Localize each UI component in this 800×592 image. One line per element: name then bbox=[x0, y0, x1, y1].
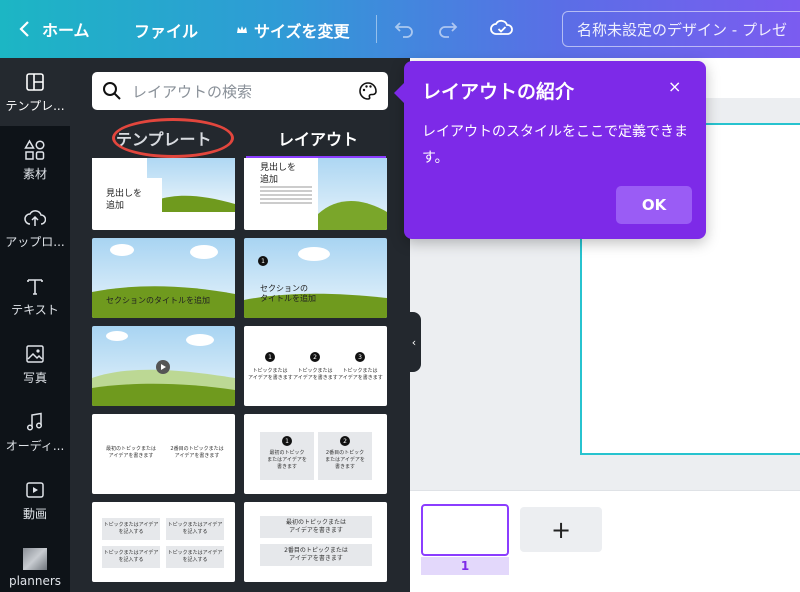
topic-text: 最初のトピックまたは アイデアを書きます bbox=[285, 519, 346, 534]
nav-label: テキスト bbox=[11, 302, 59, 317]
design-title-input[interactable]: 名称未設定のデザイン - プレゼ bbox=[562, 11, 800, 47]
topic-text: 2番目のトピック またはアイデアを 書きます bbox=[325, 450, 365, 470]
layouts-panel: レイアウトの検索 テンプレート レイアウト 見出しを 追加 見出しを 追加 セク… bbox=[70, 58, 410, 592]
topic-text: トピックまたはアイデア を記入する bbox=[103, 550, 159, 563]
layout-card-5[interactable] bbox=[92, 326, 235, 406]
layout-card-8[interactable]: 1 2 最初のトピック またはアイデアを 書きます 2番目のトピック またはアイ… bbox=[244, 414, 387, 494]
palette-icon[interactable] bbox=[358, 81, 378, 101]
card-body-lines bbox=[260, 186, 312, 188]
topic-text: トピックまたは アイデアを書きます bbox=[248, 368, 293, 381]
layout-card-7[interactable]: 最初のトピックまたは アイデアを書きます 2番目のトピックまたは アイデアを書き… bbox=[92, 414, 235, 494]
file-menu-button[interactable]: ファイル bbox=[134, 18, 198, 42]
nav-label: オーディ... bbox=[5, 438, 65, 453]
collapse-panel-button[interactable]: ‹ bbox=[407, 312, 421, 372]
tooltip-body: レイアウトのスタイルをここで定義できます。 bbox=[422, 124, 688, 166]
layout-card-2[interactable]: 見出しを 追加 bbox=[244, 158, 387, 230]
search-icon bbox=[103, 82, 121, 100]
play-icon bbox=[156, 360, 170, 374]
topic-number-badge: 2 bbox=[310, 352, 320, 362]
layout-card-6[interactable]: 1 2 3 トピックまたは アイデアを書きます トピックまたは アイデアを書きま… bbox=[244, 326, 387, 406]
topic-number-badge: 2 bbox=[340, 436, 350, 446]
topic-number-badge: 1 bbox=[282, 436, 292, 446]
ok-button[interactable]: OK bbox=[616, 186, 692, 224]
undo-button[interactable] bbox=[394, 18, 414, 38]
topic-text: トピックまたは アイデアを書きます bbox=[293, 368, 338, 381]
nav-item-elements[interactable]: 素材 bbox=[0, 126, 70, 194]
video-icon bbox=[24, 479, 46, 501]
topic-text: 2番目のトピックまたは アイデアを書きます bbox=[284, 547, 348, 562]
crown-icon bbox=[237, 26, 247, 33]
tab-layouts[interactable]: レイアウト bbox=[278, 126, 358, 150]
upload-cloud-icon bbox=[24, 207, 46, 229]
nav-item-text[interactable]: テキスト bbox=[0, 262, 70, 330]
card-heading: 見出しを 追加 bbox=[260, 163, 297, 185]
layout-search-input[interactable]: レイアウトの検索 bbox=[92, 72, 388, 110]
resize-label: サイズを変更 bbox=[254, 22, 350, 41]
chevron-left-icon bbox=[19, 21, 29, 37]
layout-card-10[interactable]: 最初のトピックまたは アイデアを書きます 2番目のトピックまたは アイデアを書き… bbox=[244, 502, 387, 582]
layout-card-9[interactable]: トピックまたはアイデア を記入する トピックまたはアイデア を記入する トピック… bbox=[92, 502, 235, 582]
nav-label: テンプレ... bbox=[5, 98, 65, 113]
topic-text: 最初のトピック またはアイデアを 書きます bbox=[267, 450, 307, 470]
topic-text: トピックまたは アイデアを書きます bbox=[338, 368, 383, 381]
layout-card-1[interactable]: 見出しを 追加 bbox=[92, 158, 235, 230]
nav-label: planners bbox=[8, 574, 62, 588]
page-number: 1 bbox=[421, 557, 509, 575]
undo-icon bbox=[394, 22, 413, 38]
top-bar: ホーム ファイル サイズを変更 名称未設定のデザイン - プレゼ bbox=[0, 0, 800, 58]
nav-item-photos[interactable]: 写真 bbox=[0, 330, 70, 398]
nav-label: 動画 bbox=[22, 506, 47, 521]
nav-item-planners[interactable]: planners bbox=[0, 534, 70, 592]
topic-number-badge: 1 bbox=[265, 352, 275, 362]
topic-text: 最初のトピックまたは アイデアを書きます bbox=[105, 446, 156, 459]
hills-graphic bbox=[318, 201, 387, 230]
section-number-badge: 1 bbox=[258, 256, 268, 266]
photo-icon bbox=[24, 343, 46, 365]
nav-label: 素材 bbox=[22, 166, 47, 181]
nav-label: アップロ... bbox=[5, 234, 65, 249]
search-placeholder: レイアウトの検索 bbox=[132, 82, 253, 101]
card-heading: セクションの タイトルを追加 bbox=[260, 284, 316, 303]
redo-icon bbox=[439, 22, 458, 38]
folder-thumbnail bbox=[23, 548, 47, 570]
layout-intro-tooltip: レイアウトの紹介 × レイアウトのスタイルをここで定義できます。 OK bbox=[394, 61, 706, 239]
nav-label: 写真 bbox=[22, 370, 47, 385]
music-note-icon bbox=[24, 411, 46, 433]
shapes-icon bbox=[24, 138, 46, 161]
close-icon[interactable]: × bbox=[668, 77, 681, 96]
left-nav: テンプレ... 素材 アップロ... テキスト 写真 オーディ... 動画 pl… bbox=[0, 58, 70, 592]
resize-button[interactable]: サイズを変更 bbox=[236, 18, 350, 42]
toolbar-divider bbox=[376, 15, 377, 43]
add-page-button[interactable]: + bbox=[520, 507, 602, 552]
layout-card-4[interactable]: 1 セクションの タイトルを追加 bbox=[244, 238, 387, 318]
layout-grid: 見出しを 追加 見出しを 追加 セクションのタイトルを追加 1 セクションの タ… bbox=[92, 158, 388, 592]
home-button[interactable]: ホーム bbox=[18, 17, 90, 41]
home-label: ホーム bbox=[42, 21, 90, 40]
nav-item-video[interactable]: 動画 bbox=[0, 466, 70, 534]
cloud-check-icon bbox=[490, 19, 513, 35]
cloud-saved-button[interactable] bbox=[490, 18, 514, 38]
topic-text: トピックまたはアイデア を記入する bbox=[103, 522, 159, 535]
topic-text: トピックまたはアイデア を記入する bbox=[167, 550, 223, 563]
redo-button[interactable] bbox=[438, 18, 458, 38]
annotation-circle bbox=[112, 118, 234, 158]
page-thumbnail[interactable] bbox=[421, 504, 509, 556]
tooltip-title: レイアウトの紹介 bbox=[422, 81, 575, 103]
card-heading: 見出しを 追加 bbox=[106, 189, 143, 211]
nav-item-uploads[interactable]: アップロ... bbox=[0, 194, 70, 262]
layout-icon bbox=[24, 71, 46, 93]
nav-item-audio[interactable]: オーディ... bbox=[0, 398, 70, 466]
topic-number-badge: 3 bbox=[355, 352, 365, 362]
layout-card-3[interactable]: セクションのタイトルを追加 bbox=[92, 238, 235, 318]
topic-text: 2番目のトピックまたは アイデアを書きます bbox=[170, 446, 224, 459]
topic-text: トピックまたはアイデア を記入する bbox=[167, 522, 223, 535]
chevron-left-icon: ‹ bbox=[411, 335, 417, 349]
nav-item-templates[interactable]: テンプレ... bbox=[0, 58, 70, 126]
hills-graphic bbox=[244, 247, 387, 318]
text-icon bbox=[24, 275, 46, 297]
card-heading: セクションのタイトルを追加 bbox=[106, 296, 210, 305]
